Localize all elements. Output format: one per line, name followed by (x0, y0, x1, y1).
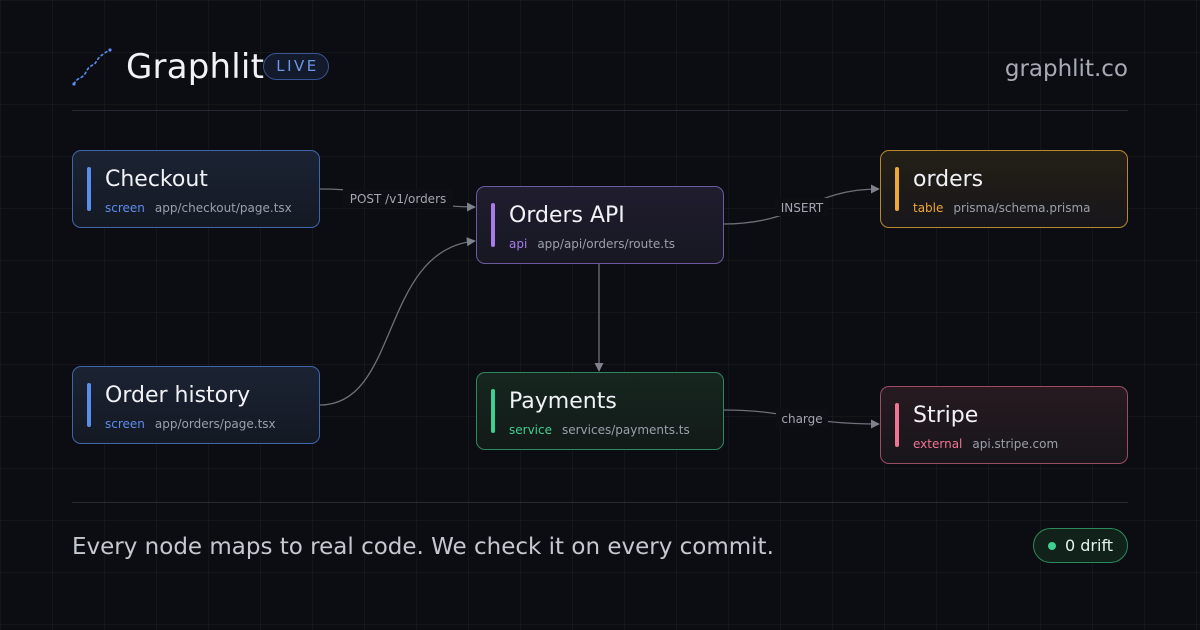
node-title: Order history (105, 383, 251, 408)
node-accent-bar (491, 203, 495, 247)
node-title: orders (913, 167, 984, 192)
node-kind: screen (105, 201, 145, 215)
node-path: app/api/orders/route.ts (537, 237, 676, 251)
node-stripe[interactable]: Stripe external api.stripe.com (880, 386, 1128, 464)
node-meta: service services/payments.ts (509, 422, 690, 438)
edge-order-history-orders-api (319, 237, 476, 406)
node-title: Orders API (509, 203, 625, 228)
node-title: Stripe (913, 403, 979, 428)
node-orders-api[interactable]: Orders API api app/api/orders/route.ts (476, 186, 724, 264)
node-meta: external api.stripe.com (913, 436, 1058, 452)
tagline: Every node maps to real code. We check i… (72, 534, 774, 560)
node-meta: screen app/checkout/page.tsx (105, 200, 292, 216)
drift-count: 0 drift (1065, 536, 1114, 555)
node-path: app/checkout/page.tsx (154, 201, 292, 215)
node-title: Payments (509, 389, 617, 414)
edge-label-insert: INSERT (781, 201, 824, 215)
node-path: services/payments.ts (561, 423, 690, 437)
edge-label-charge: charge (781, 412, 822, 426)
node-orders-table[interactable]: orders table prisma/schema.prisma (880, 150, 1128, 228)
node-kind: api (509, 237, 528, 251)
node-accent-bar (895, 167, 899, 211)
footer-divider (72, 502, 1128, 503)
node-order-history[interactable]: Order history screen app/orders/page.tsx (72, 366, 320, 444)
node-kind: table (913, 201, 944, 215)
node-kind: screen (105, 417, 145, 431)
node-path: api.stripe.com (972, 437, 1059, 451)
node-path: prisma/schema.prisma (953, 201, 1091, 215)
node-accent-bar (895, 403, 899, 447)
node-meta: screen app/orders/page.tsx (105, 416, 276, 432)
node-payments[interactable]: Payments service services/payments.ts (476, 372, 724, 450)
drift-status-badge: 0 drift (1033, 528, 1128, 563)
node-kind: external (913, 437, 963, 451)
status-dot-icon (1048, 542, 1056, 550)
edge-label-post-orders: POST /v1/orders (350, 192, 447, 206)
node-accent-bar (87, 383, 91, 427)
node-path: app/orders/page.tsx (154, 417, 276, 431)
node-meta: api app/api/orders/route.ts (509, 236, 675, 252)
node-checkout[interactable]: Checkout screen app/checkout/page.tsx (72, 150, 320, 228)
node-title: Checkout (105, 167, 208, 192)
node-accent-bar (491, 389, 495, 433)
node-accent-bar (87, 167, 91, 211)
node-meta: table prisma/schema.prisma (913, 200, 1091, 216)
node-kind: service (509, 423, 552, 437)
